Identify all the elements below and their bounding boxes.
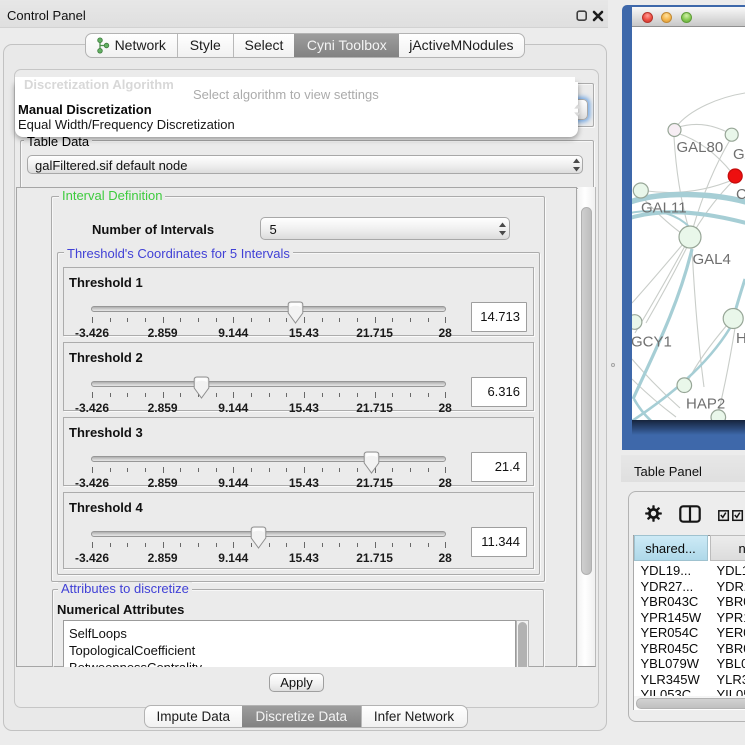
svg-text:GAL11: GAL11 bbox=[641, 200, 687, 217]
svg-text:C: C bbox=[736, 186, 745, 203]
svg-text:GA: GA bbox=[733, 146, 745, 163]
svg-text:GAL4: GAL4 bbox=[693, 251, 731, 268]
svg-text:GAL80: GAL80 bbox=[677, 139, 724, 156]
svg-text:HAP2: HAP2 bbox=[686, 396, 725, 413]
svg-text:H: H bbox=[736, 330, 745, 347]
svg-text:GCY1: GCY1 bbox=[632, 334, 672, 351]
